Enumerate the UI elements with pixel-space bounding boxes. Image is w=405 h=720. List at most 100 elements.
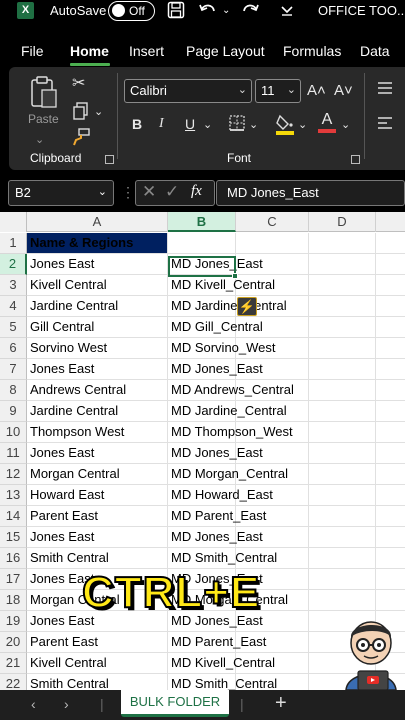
table-cell[interactable]: Kivell Central: [27, 653, 168, 674]
row-header[interactable]: 16: [0, 548, 27, 569]
table-cell[interactable]: [236, 653, 309, 674]
table-cell[interactable]: MD Jones_East: [168, 254, 263, 275]
row-header[interactable]: 5: [0, 317, 27, 338]
align-left-icon[interactable]: [377, 116, 393, 135]
row-header[interactable]: 8: [0, 380, 27, 401]
table-cell[interactable]: Howard East: [27, 485, 168, 506]
table-cell[interactable]: [376, 443, 405, 464]
row-header[interactable]: 6: [0, 338, 27, 359]
undo-dropdown-icon[interactable]: ⌄: [222, 1, 230, 21]
flash-fill-options-icon[interactable]: ⚡: [237, 297, 257, 316]
table-cell[interactable]: [309, 317, 376, 338]
table-cell[interactable]: [309, 275, 376, 296]
table-cell[interactable]: MD Smith_Central: [168, 674, 277, 690]
row-header[interactable]: 12: [0, 464, 27, 485]
table-cell[interactable]: MD Morgan_Central: [168, 464, 288, 485]
table-cell[interactable]: [376, 338, 405, 359]
header-cell[interactable]: Name & Regions: [27, 233, 168, 254]
row-header[interactable]: 21: [0, 653, 27, 674]
sheet-tab-bulk-folder[interactable]: BULK FOLDER: [121, 690, 229, 717]
table-cell[interactable]: MD Jones_East: [168, 359, 263, 380]
italic-button[interactable]: I: [159, 115, 164, 133]
row-header[interactable]: 22: [0, 674, 27, 690]
table-cell[interactable]: [236, 317, 309, 338]
grow-font-icon[interactable]: A˄: [307, 82, 326, 100]
table-cell[interactable]: Jardine Central: [27, 296, 168, 317]
tab-file[interactable]: File: [21, 43, 44, 59]
table-cell[interactable]: MD Jardine_Central: [168, 296, 287, 317]
table-cell[interactable]: Smith Central: [27, 548, 168, 569]
row-header[interactable]: 10: [0, 422, 27, 443]
table-cell[interactable]: Sorvino West: [27, 338, 168, 359]
font-size-select[interactable]: 11 ⌄: [255, 79, 301, 103]
fill-color-icon[interactable]: [275, 113, 295, 140]
column-header-a[interactable]: A: [27, 212, 168, 232]
table-cell[interactable]: [309, 590, 376, 611]
table-cell[interactable]: MD Sorvino_West: [168, 338, 276, 359]
table-cell[interactable]: [376, 422, 405, 443]
table-cell[interactable]: [309, 380, 376, 401]
paste-dropdown-icon[interactable]: ⌄: [35, 131, 44, 149]
borders-dropdown-icon[interactable]: ⌄: [249, 116, 258, 134]
table-cell[interactable]: [376, 527, 405, 548]
tab-formulas[interactable]: Formulas: [283, 43, 341, 59]
underline-button[interactable]: U: [185, 115, 195, 133]
table-cell[interactable]: MD Jardine_Central: [168, 401, 287, 422]
table-cell[interactable]: [376, 548, 405, 569]
tab-insert[interactable]: Insert: [129, 43, 164, 59]
table-cell[interactable]: [376, 359, 405, 380]
table-cell[interactable]: [309, 422, 376, 443]
paste-icon[interactable]: [29, 75, 59, 114]
fill-color-dropdown-icon[interactable]: ⌄: [298, 116, 307, 134]
underline-dropdown-icon[interactable]: ⌄: [203, 116, 212, 134]
table-cell[interactable]: Parent East: [27, 506, 168, 527]
table-cell[interactable]: [376, 275, 405, 296]
font-name-select[interactable]: Calibri ⌄: [124, 79, 252, 103]
table-cell[interactable]: MD Parent_East: [168, 506, 266, 527]
table-cell[interactable]: [309, 527, 376, 548]
table-cell[interactable]: [309, 443, 376, 464]
table-cell[interactable]: [236, 548, 309, 569]
table-cell[interactable]: [376, 401, 405, 422]
table-cell[interactable]: [376, 506, 405, 527]
more-icon[interactable]: [280, 1, 294, 25]
copy-dropdown-icon[interactable]: ⌄: [94, 103, 103, 121]
table-cell[interactable]: [309, 569, 376, 590]
table-cell[interactable]: [376, 485, 405, 506]
table-cell[interactable]: [376, 569, 405, 590]
name-box[interactable]: B2 ⌄: [8, 180, 114, 206]
confirm-icon[interactable]: ✓: [165, 182, 179, 202]
table-cell[interactable]: MD Kivell_Central: [168, 653, 275, 674]
row-header[interactable]: 4: [0, 296, 27, 317]
fill-handle[interactable]: [232, 273, 238, 279]
table-cell[interactable]: [376, 296, 405, 317]
table-cell[interactable]: [236, 527, 309, 548]
table-cell[interactable]: [168, 233, 236, 254]
table-cell[interactable]: [236, 506, 309, 527]
cancel-icon[interactable]: ✕: [142, 182, 156, 202]
row-header[interactable]: 11: [0, 443, 27, 464]
clipboard-launcher-icon[interactable]: [105, 155, 114, 164]
table-cell[interactable]: [376, 254, 405, 275]
row-header[interactable]: 20: [0, 632, 27, 653]
table-cell[interactable]: [309, 338, 376, 359]
row-header[interactable]: 14: [0, 506, 27, 527]
table-cell[interactable]: [376, 317, 405, 338]
table-cell[interactable]: [236, 485, 309, 506]
chevron-left-icon[interactable]: ‹: [31, 696, 36, 712]
table-cell[interactable]: [376, 464, 405, 485]
font-launcher-icon[interactable]: [351, 155, 360, 164]
table-cell[interactable]: [236, 422, 309, 443]
redo-icon[interactable]: [240, 1, 260, 25]
table-cell[interactable]: MD Jones_East: [168, 527, 263, 548]
table-cell[interactable]: [376, 380, 405, 401]
chevron-right-icon[interactable]: ›: [64, 696, 69, 712]
table-cell[interactable]: Thompson West: [27, 422, 168, 443]
row-header[interactable]: 15: [0, 527, 27, 548]
table-cell[interactable]: [236, 632, 309, 653]
undo-icon[interactable]: [198, 1, 218, 25]
font-color-icon[interactable]: A: [318, 111, 336, 133]
row-header[interactable]: 13: [0, 485, 27, 506]
table-cell[interactable]: [309, 485, 376, 506]
table-cell[interactable]: MD Gill_Central: [168, 317, 263, 338]
